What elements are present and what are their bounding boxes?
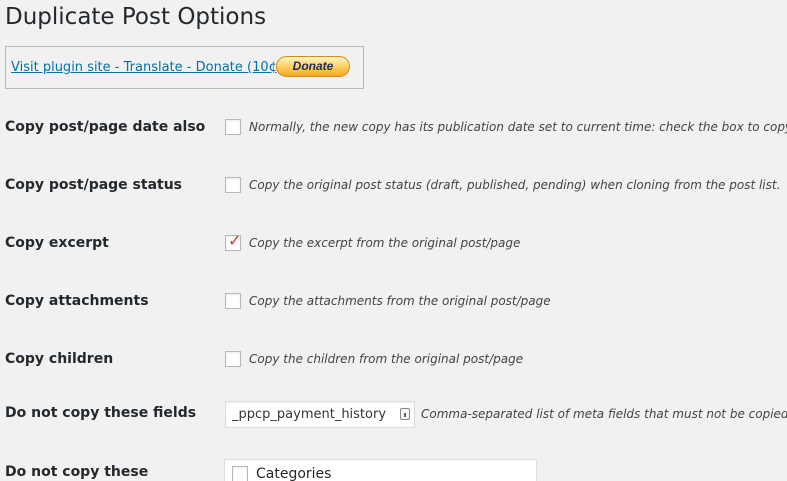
option-description: Comma-separated list of meta fields that… — [421, 407, 787, 421]
options-page: Duplicate Post Options Visit plugin site… — [0, 0, 787, 481]
checkmark-icon: ✓ — [228, 231, 242, 250]
page-title: Duplicate Post Options — [5, 4, 267, 30]
option-label: Copy excerpt — [5, 235, 109, 251]
option-label: Copy attachments — [5, 293, 149, 309]
option-label: Copy children — [5, 351, 114, 367]
taxonomy-label: Categories — [256, 466, 332, 481]
option-description: Copy the children from the original post… — [249, 352, 524, 366]
option-label: Do not copy these fields — [5, 405, 197, 421]
option-row-copy-date: Copy post/page date also Normally, the n… — [0, 114, 787, 144]
taxonomies-list: Categories — [224, 459, 537, 481]
option-label: Copy post/page date also — [5, 119, 206, 135]
meta-fields-input[interactable]: _ppcp_payment_history — [225, 401, 415, 428]
link-separator: - — [110, 60, 124, 75]
option-label: Copy post/page status — [5, 177, 183, 193]
option-label: Do not copy these — [5, 464, 149, 480]
option-description: Normally, the new copy has its publicati… — [249, 120, 787, 134]
link-separator: - — [182, 60, 196, 75]
option-row-meta-fields: Do not copy these fields _ppcp_payment_h… — [0, 401, 787, 431]
plugin-links-box: Visit plugin site - Translate - Donate (… — [5, 46, 364, 89]
visit-plugin-site-link[interactable]: Visit plugin site — [11, 60, 111, 75]
copy-status-checkbox[interactable] — [225, 177, 241, 193]
copy-excerpt-checkbox[interactable]: ✓ — [225, 231, 242, 251]
option-row-copy-attachments: Copy attachments Copy the attachments fr… — [0, 288, 787, 318]
option-row-copy-excerpt: Copy excerpt ✓ Copy the excerpt from the… — [0, 230, 787, 260]
password-manager-icon[interactable] — [400, 408, 410, 420]
copy-date-checkbox[interactable] — [225, 119, 241, 135]
option-description: Copy the excerpt from the original post/… — [249, 236, 521, 250]
meta-fields-value: _ppcp_payment_history — [232, 407, 387, 422]
donate-link[interactable]: Donate (10¢) — [196, 60, 282, 75]
plugin-links: Visit plugin site - Translate - Donate (… — [11, 60, 282, 75]
option-description: Copy the attachments from the original p… — [249, 294, 551, 308]
categories-checkbox[interactable] — [232, 466, 248, 481]
translate-link[interactable]: Translate — [124, 60, 183, 75]
option-description: Copy the original post status (draft, pu… — [249, 178, 781, 192]
option-row-copy-children: Copy children Copy the children from the… — [0, 346, 787, 376]
option-row-copy-status: Copy post/page status Copy the original … — [0, 172, 787, 202]
copy-attachments-checkbox[interactable] — [225, 293, 241, 309]
copy-children-checkbox[interactable] — [225, 351, 241, 367]
paypal-donate-button[interactable]: Donate — [276, 56, 350, 77]
